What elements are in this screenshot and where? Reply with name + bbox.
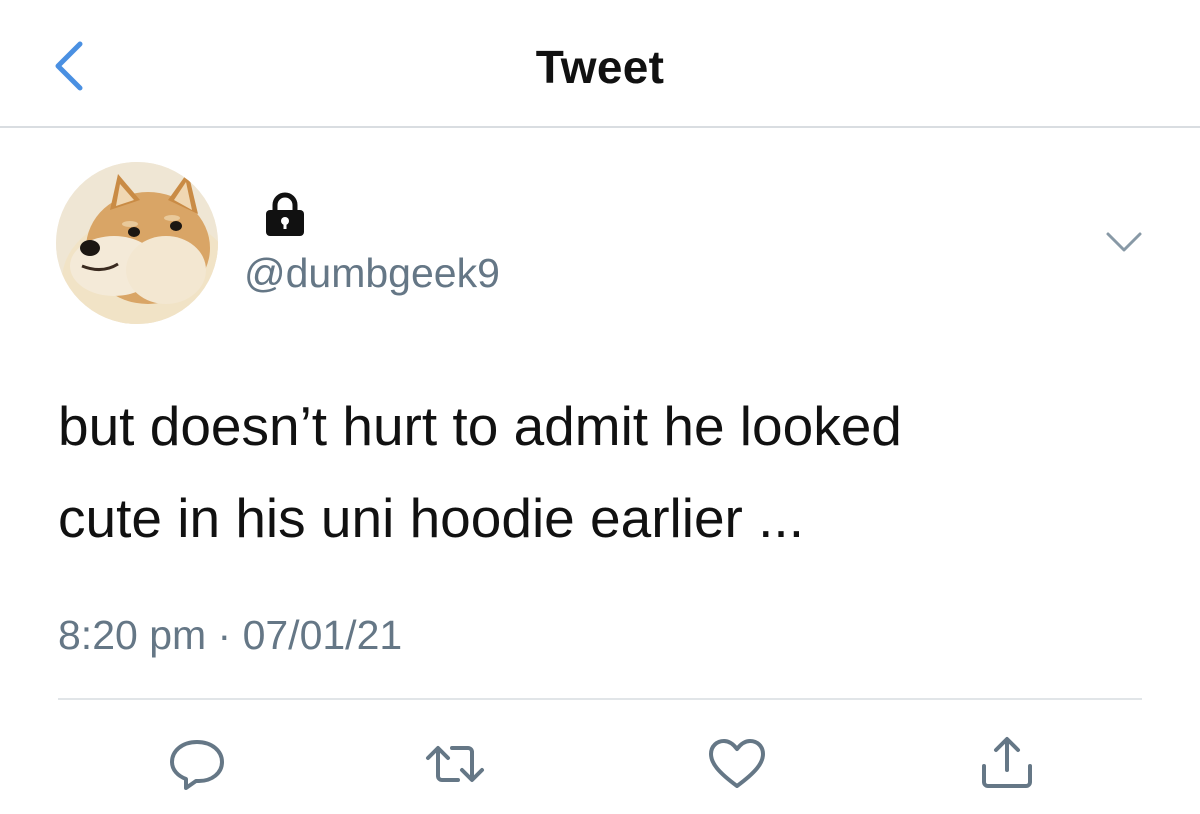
heart-icon: [709, 739, 765, 788]
page-title: Tweet: [535, 41, 665, 93]
tweet-text: but doesn’t hurt to admit he looked cute…: [58, 395, 902, 549]
chevron-down-icon: [1106, 232, 1142, 252]
tweet-timestamp[interactable]: 8:20 pm · 07/01/21: [58, 612, 402, 659]
user-handle[interactable]: @dumbgeek9: [244, 250, 500, 297]
doge-avatar: [56, 162, 218, 324]
navigation-bar: Tweet: [0, 0, 1200, 128]
share-icon: [982, 737, 1032, 788]
divider: [58, 698, 1142, 700]
share-button[interactable]: [976, 736, 1038, 792]
tweet-menu-button[interactable]: [1100, 222, 1148, 262]
avatar[interactable]: [56, 162, 218, 324]
reply-bubble-icon: [170, 740, 224, 790]
retweet-button[interactable]: [424, 736, 486, 792]
like-button[interactable]: [706, 736, 768, 792]
reply-button[interactable]: [166, 736, 228, 792]
lock-icon: [262, 190, 308, 240]
retweet-icon: [426, 746, 484, 782]
